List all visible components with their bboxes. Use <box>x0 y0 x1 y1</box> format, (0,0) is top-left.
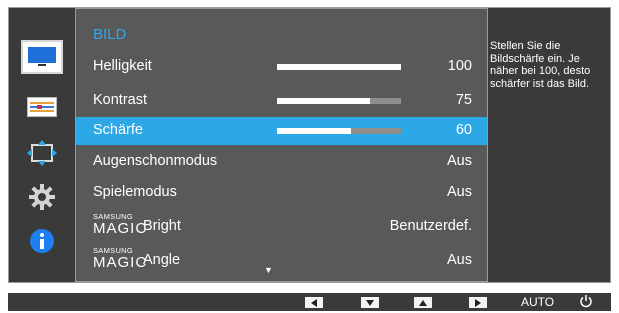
up-arrow-icon <box>419 299 427 306</box>
menu-item-eye-saver-mode[interactable]: Augenschonmodus Aus <box>76 148 487 176</box>
menu-item-label: Augenschonmodus <box>93 153 218 169</box>
picture-menu: BILD Helligkeit 100 Kontrast 75 Schärfe … <box>75 8 488 282</box>
left-arrow-icon <box>311 298 317 307</box>
menu-item-game-mode[interactable]: Spielemodus Aus <box>76 179 487 207</box>
menu-item-label: Spielemodus <box>93 184 177 200</box>
menu-item-value: 75 <box>455 92 472 108</box>
slider-fill <box>277 98 370 104</box>
auto-button[interactable]: AUTO <box>521 295 554 309</box>
menu-item-magic-bright[interactable]: SAMSUNG MAGIC Bright Benutzerdef. <box>76 212 487 241</box>
down-button[interactable] <box>361 297 379 308</box>
settings-gear-icon[interactable] <box>23 182 61 212</box>
up-button[interactable] <box>414 297 432 308</box>
sharpness-slider[interactable] <box>277 128 401 134</box>
osd-window: BILD Helligkeit 100 Kontrast 75 Schärfe … <box>8 7 611 283</box>
magic-brand-text: MAGIC <box>93 220 148 237</box>
menu-item-value: Aus <box>447 184 472 200</box>
menu-item-label: Angle <box>143 252 181 268</box>
osd-category-bar <box>9 8 77 282</box>
menu-item-contrast[interactable]: Kontrast 75 <box>76 87 487 115</box>
menu-item-label: Schärfe <box>93 122 143 138</box>
menu-item-magic-angle[interactable]: SAMSUNG MAGIC Angle Aus <box>76 246 487 275</box>
right-button[interactable] <box>469 297 487 308</box>
onscreen-display-icon[interactable] <box>23 92 61 122</box>
menu-item-label: Kontrast <box>93 92 147 108</box>
scroll-down-icon[interactable]: ▼ <box>264 265 273 275</box>
menu-item-brightness[interactable]: Helligkeit 100 <box>76 53 487 81</box>
menu-title: BILD <box>93 26 127 43</box>
menu-item-value: Aus <box>447 153 472 169</box>
left-button[interactable] <box>305 297 323 308</box>
menu-item-label: Helligkeit <box>93 58 152 74</box>
position-icon[interactable] <box>23 138 61 168</box>
information-icon[interactable] <box>23 226 61 256</box>
contrast-slider[interactable] <box>277 98 401 104</box>
picture-icon[interactable] <box>21 40 63 74</box>
magic-brand-text: MAGIC <box>93 254 148 271</box>
menu-item-value: Benutzerdef. <box>389 218 472 234</box>
menu-item-value: 60 <box>455 122 472 138</box>
menu-item-sharpness[interactable]: Schärfe 60 <box>76 117 487 145</box>
slider-fill <box>277 64 401 70</box>
slider-fill <box>277 128 352 134</box>
brightness-slider[interactable] <box>277 64 401 70</box>
power-icon[interactable] <box>579 294 593 313</box>
menu-item-label: Bright <box>143 218 181 234</box>
help-text: Stellen Sie die Bildschärfe ein. Je nähe… <box>490 40 591 90</box>
down-arrow-icon <box>366 299 374 306</box>
right-arrow-icon <box>475 298 481 307</box>
control-bar: AUTO <box>8 293 611 311</box>
menu-item-value: 100 <box>447 58 472 74</box>
menu-item-value: Aus <box>447 252 472 268</box>
